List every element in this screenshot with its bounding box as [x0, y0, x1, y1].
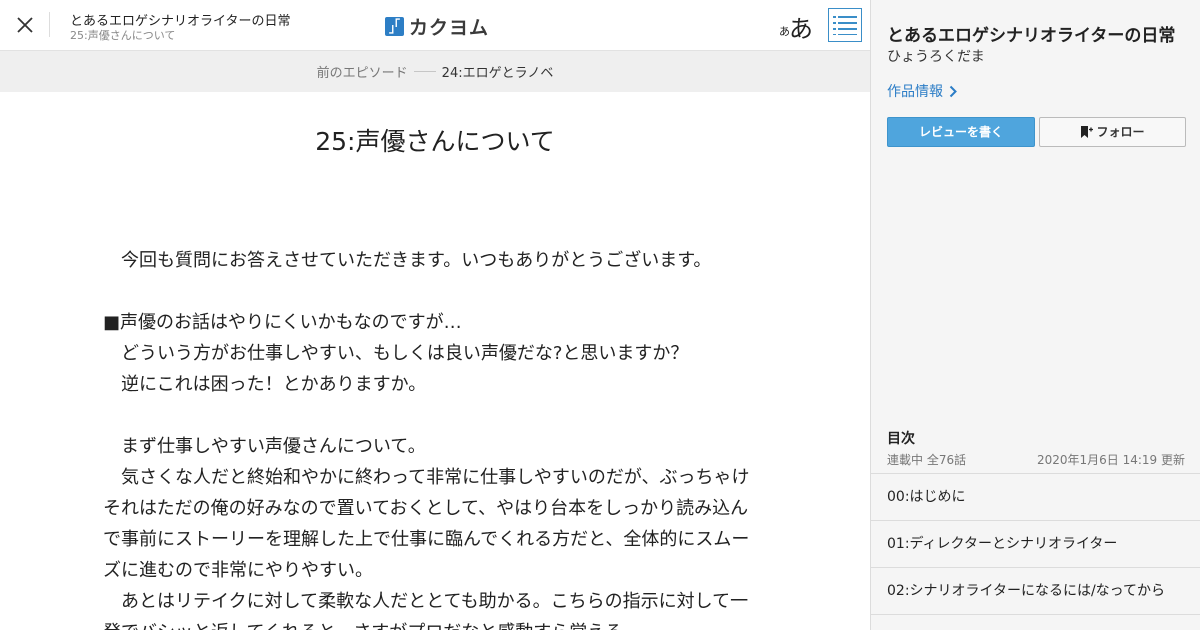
body-line: まず仕事しやすい声優さんについて。 — [103, 436, 426, 457]
body-line: 逆にこれは困った！とかありますか。 — [103, 374, 427, 395]
sidebar-author[interactable]: ひょうろくだま — [887, 46, 985, 66]
body-line: 気さくな人だと終始和やかに終わって非常に仕事しやすいのだが、ぶっちゃけ — [103, 467, 750, 488]
prev-episode-link[interactable]: 24:エロゲとラノベ — [442, 62, 554, 81]
toc-list: 00:はじめに 01:ディレクターとシナリオライター 02:シナリオライターにな… — [871, 473, 1200, 615]
kakuyomu-logo[interactable]: 「」 カクヨム — [385, 13, 489, 40]
toc-updated: 2020年1月6日 14:19 更新 — [1036, 453, 1185, 467]
toc-item[interactable]: 02:シナリオライターになるには/なってから — [871, 568, 1200, 615]
body-line: それはただの俺の好みなので置いておくとして、やはり台本をしっかり読み込ん — [103, 498, 749, 519]
font-size-large-glyph: あ — [789, 15, 813, 43]
logo-text: カクヨム — [409, 17, 490, 39]
body-line — [103, 276, 763, 307]
nav-divider — [413, 71, 436, 72]
body-line: あとはリテイクに対して柔軟な人だととても助かる。こちらの指示に対して一 — [103, 591, 749, 612]
toc-toggle-button[interactable] — [828, 8, 862, 42]
toc-item[interactable]: 00:はじめに — [871, 474, 1200, 521]
body-line — [103, 400, 763, 431]
toc-status: 連載中 全76話 — [887, 453, 967, 467]
chevron-right-icon — [949, 85, 957, 97]
reader-header: とあるエロゲシナリオライターの日常 25:声優さんについて 「」 カクヨム あ … — [0, 0, 870, 51]
episode-subtitle: 25:声優さんについて — [70, 29, 176, 42]
body-line: 今回も質問にお答えさせていただきます。いつもありがとうございます。 — [103, 250, 712, 271]
follow-label: フォロー — [1096, 125, 1145, 139]
body-line: どういう方がお仕事しやすい、もしくは良い声優だな?と思いますか？ — [103, 343, 689, 364]
header-divider — [49, 12, 50, 37]
episode-body: 今回も質問にお答えさせていただきます。いつもありがとうございます。 ■声優のお話… — [103, 245, 763, 630]
write-review-button[interactable]: レビューを書く — [887, 117, 1035, 147]
work-info-link[interactable]: 作品情報 — [887, 81, 957, 101]
close-button[interactable] — [6, 6, 44, 44]
prev-episode-label: 前のエピソード — [316, 66, 408, 81]
work-info-label: 作品情報 — [887, 84, 943, 100]
close-icon — [17, 17, 33, 33]
body-line: ズに進むので非常にやりやすい。 — [103, 560, 373, 581]
body-line: で事前にストーリーを理解した上で仕事に臨んでくれる方だと、全体的にスムー — [103, 529, 750, 550]
sidebar-work-title[interactable]: とあるエロゲシナリオライターの日常 — [887, 21, 1175, 46]
toc-list-icon — [833, 16, 857, 35]
toc-heading: 目次 — [887, 431, 915, 447]
episode-nav: 前のエピソード 24:エロゲとラノベ — [0, 51, 870, 92]
body-line: 発でバシッと返してくれると、さすがプロだなと感動すら覚える。 — [103, 617, 763, 630]
follow-button[interactable]: フォロー — [1039, 117, 1186, 147]
episode-title: 25:声優さんについて — [315, 127, 555, 156]
font-size-button[interactable]: あ あ — [776, 8, 814, 43]
bookmark-plus-icon — [1081, 126, 1094, 138]
reader-pane: とあるエロゲシナリオライターの日常 25:声優さんについて 「」 カクヨム あ … — [0, 0, 870, 630]
logo-icon: 「」 — [385, 17, 404, 36]
work-sidebar: とあるエロゲシナリオライターの日常 ひょうろくだま 作品情報 レビューを書く フ… — [870, 0, 1200, 630]
toc-item[interactable]: 01:ディレクターとシナリオライター — [871, 521, 1200, 568]
body-line: ■声優のお話はやりにくいかもなのですが… — [103, 312, 462, 333]
